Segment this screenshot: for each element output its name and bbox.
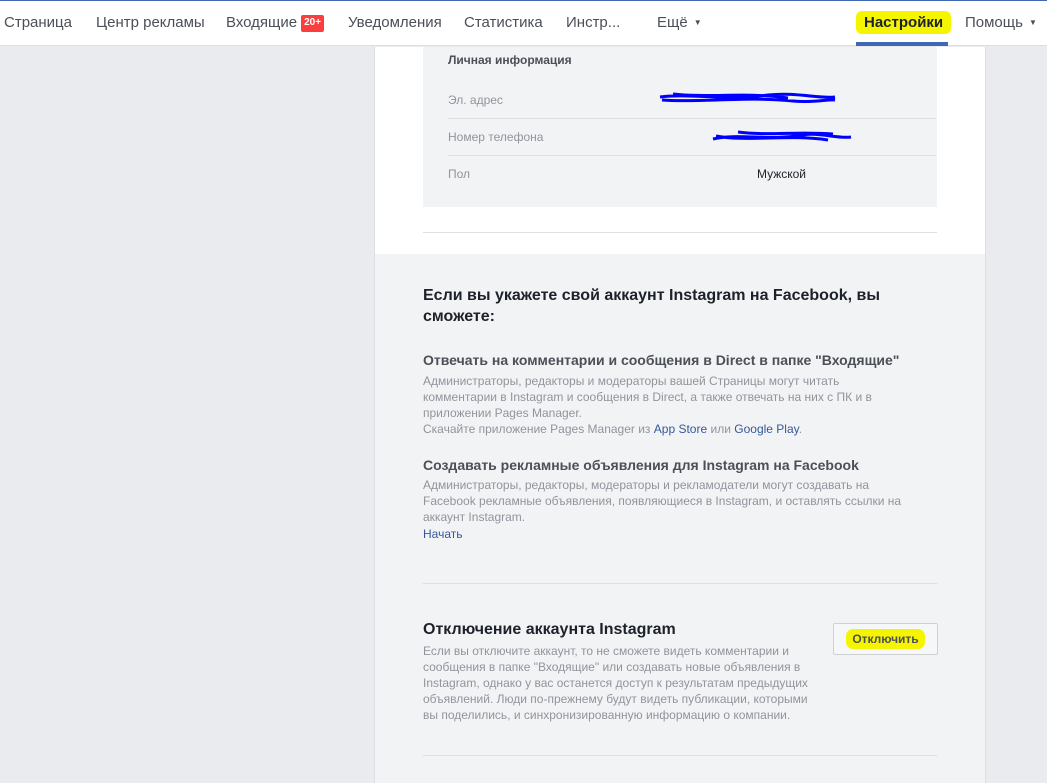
nav-inbox[interactable]: Входящие 20+ <box>226 1 325 46</box>
divider <box>423 583 937 584</box>
disconnect-title: Отключение аккаунта Instagram <box>423 621 676 638</box>
app-store-link[interactable]: App Store <box>654 422 707 436</box>
disconnect-desc: Если вы отключите аккаунт, то не сможете… <box>423 644 808 722</box>
nav-help[interactable]: Помощь ▼ <box>965 1 1037 46</box>
nav-ad-center[interactable]: Центр рекламы <box>96 1 205 46</box>
nav-label: Ещё <box>657 14 688 31</box>
nav-statistics[interactable]: Статистика <box>464 1 543 46</box>
download-prefix: Скачайте приложение Pages Manager из <box>423 422 651 436</box>
nav-tools[interactable]: Инстр... <box>566 1 620 46</box>
google-play-link[interactable]: Google Play <box>734 422 798 436</box>
redacted-email-scribble <box>659 92 836 104</box>
gender-label: Пол <box>448 167 471 181</box>
nav-label: Уведомления <box>348 14 442 31</box>
nav-settings[interactable]: Настройки <box>856 1 952 46</box>
instagram-benefits-heading: Если вы укажете свой аккаунт Instagram н… <box>423 287 880 325</box>
nav-label: Страница <box>4 14 72 31</box>
nav-label: Помощь <box>965 14 1023 31</box>
personal-info-box: Личная информация Эл. адрес Номер телефо… <box>423 47 937 207</box>
gender-value: Мужской <box>756 167 806 181</box>
inbox-count-badge: 20+ <box>301 15 325 32</box>
feature-ads-title: Создавать рекламные объявления для Insta… <box>423 457 859 473</box>
personal-info-title: Личная информация <box>448 53 572 67</box>
start-link[interactable]: Начать <box>423 527 463 541</box>
nav-label: Входящие <box>226 14 298 31</box>
feature-reply-desc: Администраторы, редакторы и модераторы в… <box>423 374 872 436</box>
caret-down-icon: ▼ <box>1028 18 1037 27</box>
nav-label: Инстр... <box>566 14 621 31</box>
settings-card: Личная информация Эл. адрес Номер телефо… <box>374 47 986 783</box>
phone-row: Номер телефона <box>448 119 936 156</box>
disconnect-button[interactable]: Отключить <box>833 623 938 655</box>
nav-page[interactable]: Страница <box>4 1 72 46</box>
disconnect-button-label: Отключить <box>846 629 925 649</box>
email-row: Эл. адрес <box>448 82 936 119</box>
feature-ads-desc: Администраторы, редакторы, модераторы и … <box>423 478 902 524</box>
nav-label: Центр рекламы <box>96 14 205 31</box>
redacted-phone-scribble <box>712 130 852 142</box>
or-text: или <box>710 422 731 436</box>
feature-reply-desc-text: Администраторы, редакторы и модераторы в… <box>423 374 872 420</box>
nav-more[interactable]: Ещё ▼ <box>657 1 702 46</box>
top-nav: Страница Центр рекламы Входящие 20+ Уведо… <box>0 0 1047 46</box>
nav-notifications[interactable]: Уведомления <box>348 1 442 46</box>
divider <box>423 755 937 756</box>
feature-reply-title: Отвечать на комментарии и сообщения в Di… <box>423 352 900 368</box>
nav-label: Статистика <box>464 14 543 31</box>
divider <box>423 232 937 233</box>
caret-down-icon: ▼ <box>693 18 702 27</box>
active-tab-indicator <box>856 42 948 46</box>
nav-label: Настройки <box>856 11 952 34</box>
gender-row: Пол Мужской <box>448 156 936 193</box>
